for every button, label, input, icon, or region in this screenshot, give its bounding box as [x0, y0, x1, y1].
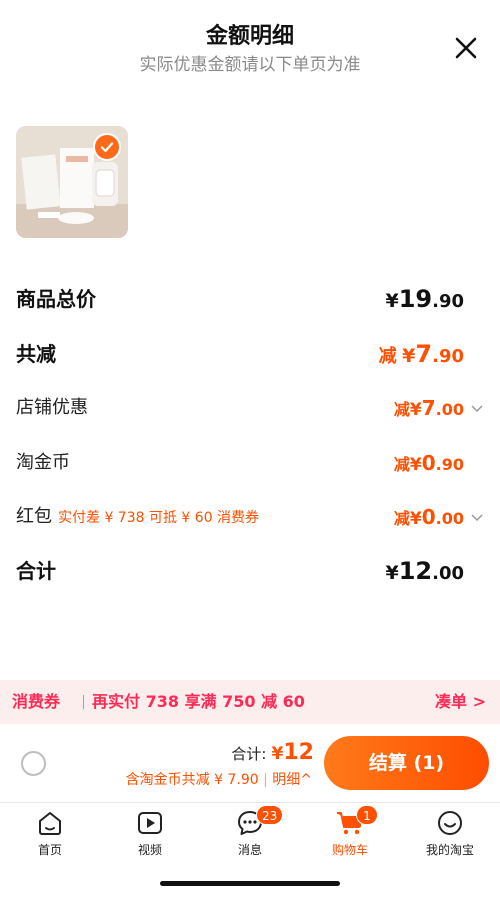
amount-dec: .00: [435, 400, 464, 419]
total-label: 合计: [16, 559, 56, 583]
amount-dec: .90: [432, 346, 464, 367]
tab-video[interactable]: 视频: [100, 809, 200, 861]
shop-discount-label: 店铺优惠: [16, 397, 88, 418]
cart-count-badge: 1: [356, 805, 378, 825]
checkmark-icon: [100, 142, 114, 153]
currency-symbol: ¥: [385, 290, 399, 312]
reduce-prefix: 减: [393, 400, 410, 419]
checkout-currency: ¥: [271, 744, 284, 764]
sheet-title: 金额明细: [205, 24, 294, 49]
checkout-discount-text: 含淘金币共减 ¥ 7.90: [125, 772, 259, 788]
tab-messages[interactable]: 23 消息: [200, 805, 300, 861]
reduce-prefix: 减: [393, 455, 410, 474]
close-icon[interactable]: [452, 34, 480, 62]
amount-int: 0: [421, 451, 436, 475]
select-all-radio[interactable]: [21, 751, 46, 776]
currency-symbol: ¥: [409, 400, 422, 420]
amount-int: 19: [398, 285, 433, 313]
tab-label: 首页: [37, 843, 62, 857]
tab-cart[interactable]: 1 购物车: [300, 805, 400, 861]
checkout-total-label: 合计:: [231, 745, 267, 763]
tab-label: 我的淘宝: [425, 843, 474, 857]
currency-symbol: ¥: [409, 455, 422, 475]
message-count-badge: 23: [256, 805, 284, 825]
currency-symbol: ¥: [385, 562, 399, 584]
amount-detail-sheet: 金额明细 实际优惠金额请以下单页为准 商品总价 ¥19.90 共减 减 ¥7.9…: [0, 0, 500, 722]
shop-discount-amount: 减¥7.00: [394, 392, 464, 426]
coupon-tag: 消费券: [12, 692, 61, 711]
red-packet-note: 实付差 ¥ 738 可抵 ¥ 60 消费券: [58, 510, 260, 526]
tab-profile[interactable]: 我的淘宝: [400, 809, 500, 861]
discount-divider: |: [263, 772, 268, 788]
red-packet-amount: 减¥0.00: [394, 501, 464, 535]
total-amount: ¥12.00: [385, 555, 464, 590]
total-reduce-label: 共减: [16, 342, 56, 366]
chevron-down-icon[interactable]: [470, 401, 484, 415]
reduce-prefix: 减: [393, 509, 410, 528]
coupon-promo-text: 再实付 738 享满 750 减 60: [92, 692, 305, 711]
total-reduce-amount: 减 ¥7.90: [379, 338, 464, 373]
goods-total-row: 商品总价 ¥19.90: [16, 283, 484, 315]
amount-int: 12: [398, 557, 433, 585]
checkout-total: 合计: ¥12: [231, 740, 314, 765]
shop-discount-row[interactable]: 店铺优惠 减¥7.00: [16, 392, 484, 424]
checkout-button[interactable]: 结算 (1): [324, 736, 489, 790]
reduce-prefix: 减: [378, 346, 397, 367]
taojinbi-label: 淘金币: [16, 452, 70, 473]
tab-home[interactable]: 首页: [0, 809, 100, 861]
total-row: 合计 ¥12.00: [16, 555, 484, 587]
checkout-discount-line: 含淘金币共减 ¥ 7.90 | 明细^: [126, 769, 312, 789]
amount-dec: .00: [435, 509, 464, 528]
coupon-promo-bar: 消费券 再实付 738 享满 750 减 60 凑单 >: [0, 680, 500, 724]
amount-int: 7: [421, 396, 436, 420]
promo-divider: [83, 695, 84, 709]
tab-label: 购物车: [331, 843, 368, 857]
product-selected-check[interactable]: [93, 133, 121, 161]
amount-dec: .00: [432, 563, 464, 584]
total-reduce-row: 共减 减 ¥7.90: [16, 338, 484, 370]
home-icon: [39, 812, 61, 835]
amount-dec: .90: [435, 455, 464, 474]
amount-int: 7: [415, 340, 433, 368]
checkout-total-value: 12: [283, 740, 314, 765]
goods-total-amount: ¥19.90: [385, 283, 464, 318]
profile-icon: [438, 811, 462, 835]
checkout-bar: 合计: ¥12 含淘金币共减 ¥ 7.90 | 明细^ 结算 (1): [0, 724, 500, 802]
add-on-items-link[interactable]: 凑单 >: [435, 680, 486, 724]
goods-total-label: 商品总价: [16, 287, 96, 311]
taojinbi-row: 淘金币 减¥0.90: [16, 447, 484, 479]
detail-toggle-link[interactable]: 明细^: [272, 772, 312, 788]
amount-int: 0: [421, 505, 436, 529]
taojinbi-amount: 减¥0.90: [394, 447, 464, 481]
tab-label: 视频: [137, 843, 162, 857]
red-packet-label: 红包: [16, 506, 52, 527]
home-indicator: [160, 881, 340, 886]
tab-label: 消息: [237, 843, 262, 857]
chevron-down-icon[interactable]: [470, 510, 484, 524]
currency-symbol: ¥: [409, 509, 422, 529]
video-icon: [138, 812, 162, 834]
red-packet-label-group: 红包 实付差 ¥ 738 可抵 ¥ 60 消费券: [16, 501, 259, 534]
sheet-subtitle: 实际优惠金额请以下单页为准: [139, 55, 361, 75]
red-packet-row[interactable]: 红包 实付差 ¥ 738 可抵 ¥ 60 消费券 减¥0.00: [16, 501, 484, 533]
currency-symbol: ¥: [402, 345, 416, 367]
amount-dec: .90: [432, 291, 464, 312]
